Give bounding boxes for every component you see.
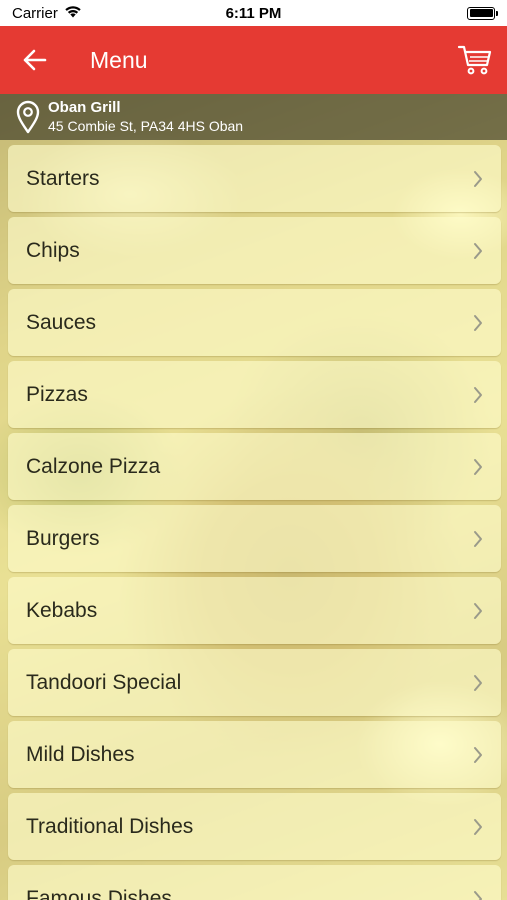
menu-category-label: Starters bbox=[26, 166, 100, 190]
chevron-right-icon bbox=[471, 456, 485, 478]
chevron-right-icon bbox=[471, 888, 485, 900]
menu-category-list: Starters Chips Sauces Pizzas Calzone Pizza Bu… bbox=[8, 145, 501, 900]
menu-category-label: Calzone Pizza bbox=[26, 454, 161, 478]
menu-category-label: Famous Dishes bbox=[26, 886, 172, 900]
restaurant-name: Oban Grill bbox=[48, 99, 121, 116]
menu-category-item[interactable]: Kebabs bbox=[8, 577, 501, 644]
menu-category-item[interactable]: Traditional Dishes bbox=[8, 793, 501, 860]
menu-category-item[interactable]: Famous Dishes bbox=[8, 865, 501, 900]
menu-category-item[interactable]: Mild Dishes bbox=[8, 721, 501, 788]
chevron-right-icon bbox=[471, 528, 485, 550]
arrow-left-icon bbox=[23, 49, 47, 71]
chevron-right-icon bbox=[471, 672, 485, 694]
menu-category-label: Mild Dishes bbox=[26, 742, 135, 766]
status-left: Carrier bbox=[12, 5, 82, 22]
carrier-label: Carrier bbox=[12, 4, 58, 22]
restaurant-address: 45 Combie St, PA34 4HS Oban bbox=[48, 118, 244, 134]
chevron-right-icon bbox=[471, 600, 485, 622]
page-title: Menu bbox=[90, 46, 148, 73]
status-bar: Carrier 6:11 PM bbox=[0, 0, 507, 26]
menu-category-label: Traditional Dishes bbox=[26, 814, 194, 838]
menu-category-item[interactable]: Burgers bbox=[8, 505, 501, 572]
menu-category-item[interactable]: Tandoori Special bbox=[8, 649, 501, 716]
menu-category-item[interactable]: Chips bbox=[8, 217, 501, 284]
menu-category-label: Kebabs bbox=[26, 598, 98, 622]
location-text: Oban Grill 45 Combie St, PA34 4HS Oban bbox=[48, 99, 243, 135]
screen: Carrier 6:11 PM Menu Oban Grill 45 Combi… bbox=[0, 0, 507, 900]
menu-category-label: Tandoori Special bbox=[26, 670, 182, 694]
menu-category-item[interactable]: Sauces bbox=[8, 289, 501, 356]
battery-icon bbox=[467, 6, 498, 20]
chevron-right-icon bbox=[471, 240, 485, 262]
menu-category-label: Chips bbox=[26, 238, 80, 262]
chevron-right-icon bbox=[471, 312, 485, 334]
chevron-right-icon bbox=[471, 744, 485, 766]
menu-category-item[interactable]: Starters bbox=[8, 145, 501, 212]
battery-level bbox=[469, 9, 493, 17]
cart-icon bbox=[457, 45, 492, 75]
wifi-icon bbox=[64, 5, 82, 22]
menu-category-label: Burgers bbox=[26, 526, 100, 550]
location-bar[interactable]: Oban Grill 45 Combie St, PA34 4HS Oban bbox=[0, 94, 507, 140]
back-button[interactable] bbox=[0, 26, 70, 94]
menu-category-item[interactable]: Pizzas bbox=[8, 361, 501, 428]
chevron-right-icon bbox=[471, 168, 485, 190]
menu-category-label: Pizzas bbox=[26, 382, 88, 406]
chevron-right-icon bbox=[471, 384, 485, 406]
cart-button[interactable] bbox=[443, 26, 507, 94]
location-pin-icon bbox=[8, 100, 48, 134]
chevron-right-icon bbox=[471, 816, 485, 838]
menu-category-item[interactable]: Calzone Pizza bbox=[8, 433, 501, 500]
menu-category-label: Sauces bbox=[26, 310, 97, 334]
nav-bar: Menu bbox=[0, 26, 507, 94]
